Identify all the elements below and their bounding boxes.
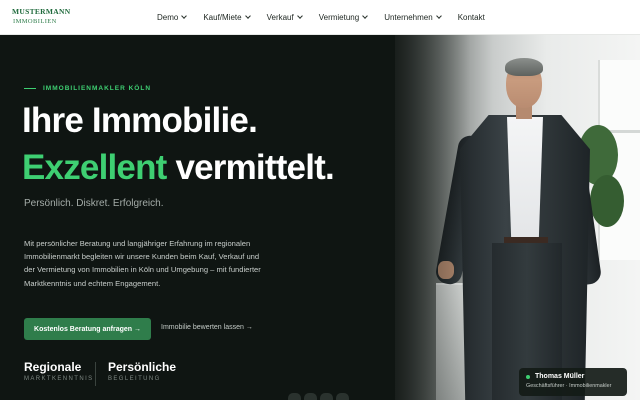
- main-menu: Demo Kauf/Miete Verkauf Vermietung Unter…: [157, 0, 502, 35]
- menu-item-demo[interactable]: Demo: [157, 13, 188, 22]
- caption-role: Geschäftsführer · Immobilienmakler: [526, 383, 612, 389]
- stat-regional: Regionale MARKTKENNTNIS: [24, 360, 94, 382]
- eyebrow-line: [24, 88, 36, 89]
- stat-subtitle: MARKTKENNTNIS: [24, 376, 94, 382]
- headline-rest: vermittelt.: [166, 148, 334, 187]
- hero-description: Mit persönlicher Beratung und langjährig…: [24, 239, 261, 288]
- stat-divider: [95, 362, 96, 386]
- menu-item-label: Verkauf: [266, 13, 294, 22]
- indicator-tab-icon[interactable]: [288, 393, 301, 400]
- menu-item-label: Kauf/Miete: [203, 13, 242, 22]
- indicator-tab-icon[interactable]: [336, 393, 349, 400]
- chevron-down-icon: [362, 13, 369, 19]
- scroll-indicator: [288, 393, 349, 400]
- chevron-down-icon: [296, 13, 303, 19]
- hero-headline-line-1: Ihre Immobilie.: [22, 101, 258, 140]
- portrait-hair: [505, 58, 543, 76]
- status-dot-icon: [526, 374, 530, 379]
- menu-item-label: Unternehmen: [384, 13, 433, 22]
- consultation-request-button[interactable]: Kostenlos Beratung anfragen →: [24, 318, 151, 340]
- menu-item-unternehmen[interactable]: Unternehmen: [384, 13, 442, 22]
- menu-item-label: Vermietung: [318, 13, 360, 22]
- eyebrow-text: IMMOBILIENMAKLER KÖLN: [43, 85, 152, 92]
- indicator-tab-icon[interactable]: [320, 393, 333, 400]
- hero-eyebrow: IMMOBILIENMAKLER KÖLN: [24, 85, 151, 92]
- portrait-shirt: [507, 117, 543, 243]
- chevron-down-icon: [435, 13, 442, 19]
- top-navigation: MUSTERMANN IMMOBILIEN Demo Kauf/Miete Ve…: [0, 0, 640, 35]
- headline-accent: Exzellent: [22, 148, 167, 187]
- menu-item-vermietung[interactable]: Vermietung: [318, 13, 369, 22]
- portrait-caption-card: Thomas Müller Geschäftsführer · Immobili…: [519, 368, 627, 396]
- stat-personal: Persönliche BEGLEITUNG: [108, 360, 176, 382]
- caption-name-text: Thomas Müller: [535, 373, 585, 380]
- menu-item-label: Demo: [157, 13, 179, 22]
- stat-title: Persönliche: [108, 360, 177, 374]
- hero-gradient-overlay: [330, 35, 470, 400]
- property-valuation-link[interactable]: Immobilie bewerten lassen →: [161, 324, 253, 331]
- chevron-down-icon: [244, 13, 251, 19]
- logo-subline: IMMOBILIEN: [13, 17, 57, 25]
- menu-item-kauf-miete[interactable]: Kauf/Miete: [203, 13, 251, 22]
- menu-item-label: Kontakt: [457, 13, 485, 22]
- menu-item-verkauf[interactable]: Verkauf: [266, 13, 303, 22]
- chevron-down-icon: [181, 13, 188, 19]
- indicator-tab-icon[interactable]: [304, 393, 317, 400]
- stat-subtitle: BEGLEITUNG: [108, 376, 161, 382]
- logo-wordmark: MUSTERMANN: [12, 7, 71, 16]
- menu-item-kontakt[interactable]: Kontakt: [458, 13, 485, 22]
- stat-title: Regionale: [24, 360, 82, 374]
- caption-name: Thomas Müller: [526, 373, 620, 380]
- hero-headline-line-2: Exzellent vermittelt.: [22, 148, 335, 187]
- hero-section: IMMOBILIENMAKLER KÖLN Ihre Immobilie. Ex…: [0, 35, 640, 400]
- logo[interactable]: MUSTERMANN IMMOBILIEN: [12, 8, 70, 25]
- hero-tagline: Persönlich. Diskret. Erfolgreich.: [24, 198, 164, 209]
